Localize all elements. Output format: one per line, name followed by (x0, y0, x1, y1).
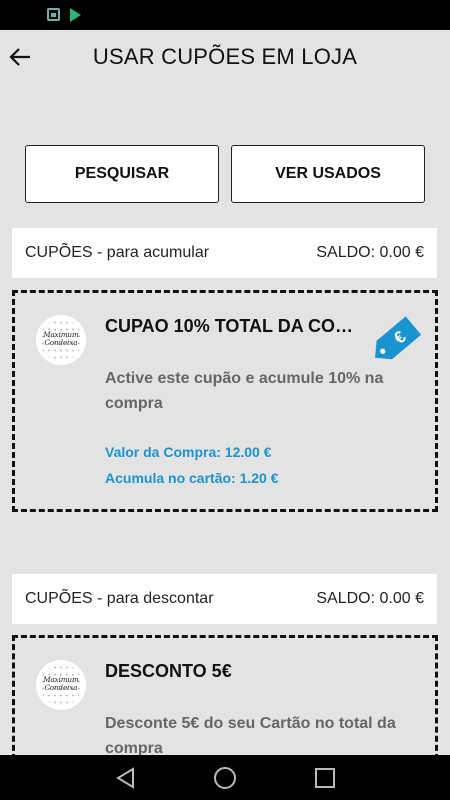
nav-recents-button[interactable] (312, 765, 338, 791)
coupon-description: Active este cupão e acumule 10% na compr… (105, 370, 384, 412)
section-balance: SALDO: 0.00 € (316, 590, 424, 607)
section-header-discount: CUPÕES - para descontar SALDO: 0.00 € (12, 574, 437, 624)
section-title: CUPÕES - para acumular (25, 244, 210, 261)
purchase-value: Valor da Compra: 12.00 € (105, 444, 272, 460)
play-store-icon (70, 8, 81, 22)
euro-tag-icon: € (375, 316, 422, 360)
coupon-card[interactable]: Maximum Condeixa CUPAO 10% TOTAL DA COMP… (12, 290, 438, 512)
nav-recents-icon (315, 768, 335, 788)
view-used-button[interactable]: VER USADOS (231, 145, 425, 203)
app-header: USAR CUPÕES EM LOJA (0, 30, 450, 86)
store-logo: Maximum Condeixa (36, 315, 86, 365)
nav-home-button[interactable] (212, 765, 238, 791)
section-title: CUPÕES - para descontar (25, 590, 214, 607)
nav-back-button[interactable] (113, 765, 139, 791)
coupon-description: Desconte 5€ do seu Cartão no total da co… (105, 715, 396, 757)
navigation-bar (0, 755, 450, 800)
section-header-accumulate: CUPÕES - para acumular SALDO: 0.00 € (12, 228, 437, 278)
coupon-title: CUPAO 10% TOTAL DA COMPRA (105, 316, 367, 336)
page-title: USAR CUPÕES EM LOJA (92, 44, 358, 69)
section-balance: SALDO: 0.00 € (316, 244, 424, 261)
image-icon (47, 8, 60, 21)
card-accumulation: Acumula no cartão: 1.20 € (105, 470, 279, 486)
coupon-title: DESCONTO 5€ (105, 661, 232, 681)
search-button[interactable]: PESQUISAR (25, 145, 219, 203)
logo-text: Maximum Condeixa (43, 331, 79, 347)
nav-home-icon (214, 767, 236, 789)
status-bar (0, 0, 450, 30)
store-logo: Maximum Condeixa (36, 660, 86, 710)
logo-text: Maximum Condeixa (43, 676, 79, 692)
nav-back-icon (116, 767, 134, 789)
